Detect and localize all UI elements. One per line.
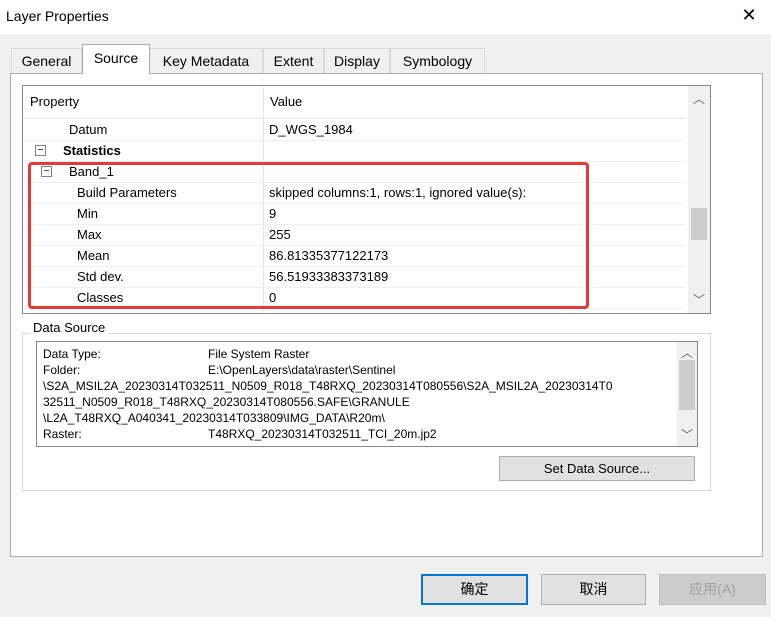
grid-scrollbar[interactable]: ︿ ﹀ [688,86,710,313]
property-label: Std dev. [77,269,124,284]
data-source-textbox[interactable]: Data Type: File System Raster Folder: E:… [36,341,698,447]
ok-button[interactable]: 确定 [421,574,528,605]
close-icon[interactable]: ✕ [737,5,761,26]
folder-path-line: \L2A_T48RXQ_A040341_20230314T033809\IMG_… [43,411,385,425]
folder-key: Folder: [43,363,81,377]
folder-path-line: 32511_N0509_R018_T48RXQ_20230314T080556.… [43,395,410,409]
property-value: 9 [269,206,277,221]
set-data-source-button[interactable]: Set Data Source... [499,456,695,481]
value-column-header[interactable]: Value [263,86,302,118]
grid-row-mean[interactable]: Mean 86.81335377122173 [23,245,686,267]
property-value: 86.81335377122173 [269,248,389,263]
property-label: Classes [77,290,124,305]
grid-row-max[interactable]: Max 255 [23,224,686,246]
raster-value: T48RXQ_20230314T032511_TCI_20m.jp2 [208,427,437,441]
property-label: Band_1 [69,164,114,179]
grid-row-datum[interactable]: Datum D_WGS_1984 [23,119,686,141]
property-value: 0 [269,290,277,305]
grid-row-build-parameters[interactable]: Build Parameters skipped columns:1, rows… [23,182,686,204]
property-value: skipped columns:1, rows:1, ignored value… [269,185,527,200]
grid-row-std-dev[interactable]: Std dev. 56.51933383373189 [23,266,686,288]
grid-row-classes[interactable]: Classes 0 [23,287,686,309]
tab-display[interactable]: Display [324,48,390,73]
data-source-label: Data Source [30,320,109,335]
grid-row-min[interactable]: Min 9 [23,203,686,225]
data-type-value: File System Raster [208,347,310,361]
grid-row-band-1[interactable]: − Band_1 [23,161,686,183]
property-label: Statistics [63,143,121,158]
raster-key: Raster: [43,427,82,441]
cancel-button[interactable]: 取消 [541,574,646,605]
window-title: Layer Properties [6,8,109,24]
tab-extent[interactable]: Extent [263,48,324,73]
apply-button[interactable]: 应用(A) [659,574,766,605]
property-column-header[interactable]: Property [23,86,79,118]
collapse-icon[interactable]: − [35,145,46,156]
scroll-up-icon[interactable]: ︿ [688,88,710,110]
data-source-scrollbar[interactable]: ︿ ﹀ [677,342,697,446]
scroll-down-icon[interactable]: ﹀ [677,426,697,444]
data-type-line: Data Type: File System Raster [43,346,309,362]
property-label: Max [77,227,102,242]
property-grid[interactable]: Property Value Datum D_WGS_1984 − Statis… [22,85,711,314]
grid-row-statistics[interactable]: − Statistics [23,140,686,162]
property-value: 56.51933383373189 [269,269,389,284]
scroll-thumb[interactable] [691,208,707,240]
property-label: Min [77,206,98,221]
tab-source[interactable]: Source [82,44,150,74]
grid-header: Property Value [23,86,686,119]
scroll-thumb[interactable] [679,360,695,410]
folder-path-line: \S2A_MSIL2A_20230314T032511_N0509_R018_T… [43,379,613,393]
property-value: 255 [269,227,291,242]
property-value: D_WGS_1984 [269,122,353,137]
tab-symbology[interactable]: Symbology [390,48,485,73]
folder-value: E:\OpenLayers\data\raster\Sentinel [208,363,396,377]
collapse-icon[interactable]: − [41,166,52,177]
property-label: Datum [69,122,108,137]
title-bar: Layer Properties ✕ [0,0,771,34]
tab-key-metadata[interactable]: Key Metadata [149,48,263,73]
scroll-down-icon[interactable]: ﹀ [688,289,710,311]
property-label: Mean [77,248,110,263]
folder-line: Folder: E:\OpenLayers\data\raster\Sentin… [43,362,395,378]
raster-line: Raster: T48RXQ_20230314T032511_TCI_20m.j… [43,426,437,442]
property-label: Build Parameters [77,185,177,200]
tab-general[interactable]: General [11,48,82,73]
data-type-key: Data Type: [43,347,101,361]
